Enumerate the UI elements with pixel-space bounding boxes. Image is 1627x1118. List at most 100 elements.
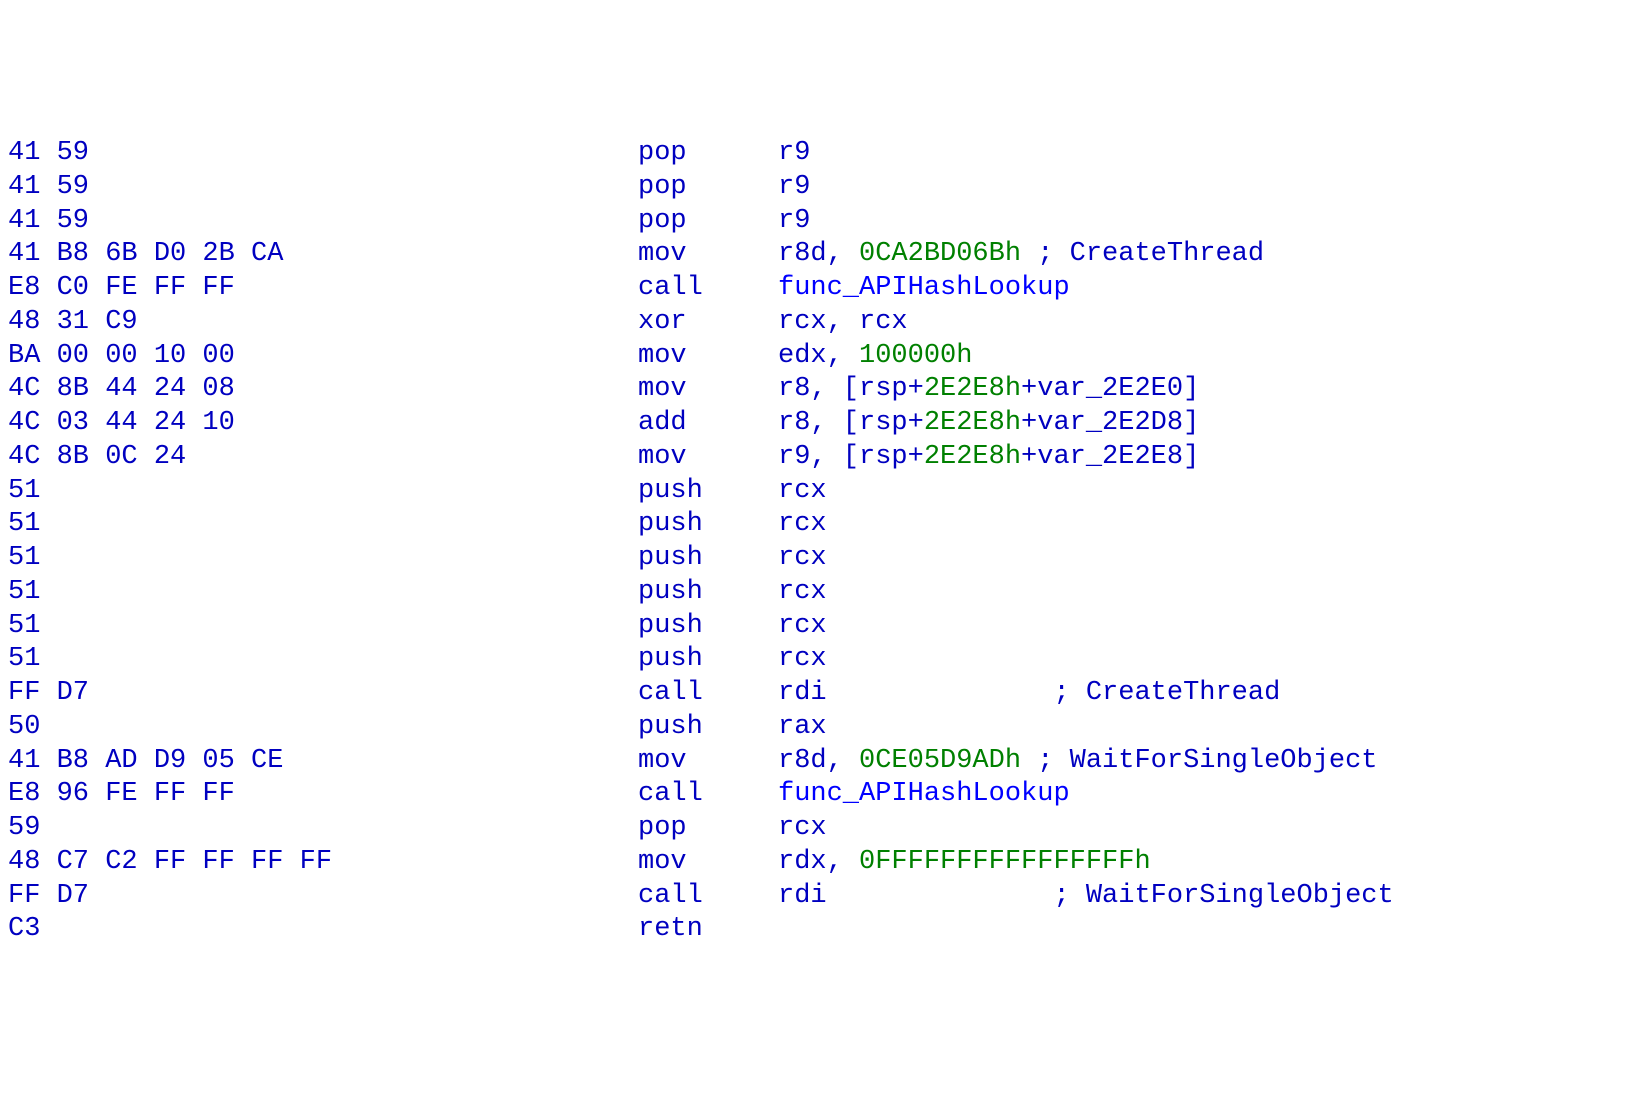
disasm-line[interactable]: E8 96 FE FF FFcallfunc_APIHashLookup bbox=[8, 778, 1619, 812]
number-literal: 2E2E8h bbox=[924, 442, 1021, 472]
operands: rcx bbox=[778, 576, 827, 610]
punct: + bbox=[1021, 374, 1037, 404]
variable-name: var_2E2E8 bbox=[1037, 442, 1183, 472]
punct: , bbox=[827, 847, 859, 877]
disasm-line[interactable]: 4C 8B 44 24 08movr8, [rsp+2E2E8h+var_2E2… bbox=[8, 373, 1619, 407]
register: rcx bbox=[778, 509, 827, 539]
register: rsp bbox=[859, 408, 908, 438]
mnemonic: mov bbox=[638, 745, 778, 779]
punct: ; bbox=[1053, 881, 1085, 911]
disasm-line[interactable]: 51pushrcx bbox=[8, 610, 1619, 644]
hex-bytes: 41 59 bbox=[8, 205, 638, 239]
hex-bytes: 4C 8B 44 24 08 bbox=[8, 373, 638, 407]
hex-bytes: E8 C0 FE FF FF bbox=[8, 272, 638, 306]
mnemonic: mov bbox=[638, 340, 778, 374]
padding bbox=[827, 678, 1054, 708]
operands: func_APIHashLookup bbox=[778, 272, 1070, 306]
hex-bytes: 41 59 bbox=[8, 137, 638, 171]
disasm-line[interactable]: 48 C7 C2 FF FF FF FFmovrdx, 0FFFFFFFFFFF… bbox=[8, 846, 1619, 880]
disasm-line[interactable]: FF D7callrdi ; WaitForSingleObject bbox=[8, 880, 1619, 914]
mnemonic: pop bbox=[638, 171, 778, 205]
register: rcx bbox=[859, 307, 908, 337]
register: rcx bbox=[778, 307, 827, 337]
mnemonic: mov bbox=[638, 238, 778, 272]
punct: + bbox=[908, 408, 924, 438]
disasm-line[interactable]: 41 59popr9 bbox=[8, 137, 1619, 171]
punct: , bbox=[827, 307, 859, 337]
number-literal: 100000h bbox=[859, 341, 972, 371]
disasm-line[interactable]: 51pushrcx bbox=[8, 576, 1619, 610]
disasm-line[interactable]: 51pushrcx bbox=[8, 475, 1619, 509]
disasm-line[interactable]: FF D7callrdi ; CreateThread bbox=[8, 677, 1619, 711]
punct: , bbox=[827, 341, 859, 371]
hex-bytes: 51 bbox=[8, 475, 638, 509]
operands: r8, [rsp+2E2E8h+var_2E2D8] bbox=[778, 407, 1199, 441]
register: rax bbox=[778, 712, 827, 742]
punct: + bbox=[908, 374, 924, 404]
operands: r9, [rsp+2E2E8h+var_2E2E8] bbox=[778, 441, 1199, 475]
operands: rcx bbox=[778, 643, 827, 677]
disasm-line[interactable]: C3retn bbox=[8, 913, 1619, 947]
disasm-line[interactable]: 50pushrax bbox=[8, 711, 1619, 745]
mnemonic: pop bbox=[638, 812, 778, 846]
mnemonic: push bbox=[638, 508, 778, 542]
register: rcx bbox=[778, 644, 827, 674]
register: rdi bbox=[778, 678, 827, 708]
register: r8 bbox=[778, 408, 810, 438]
disasm-line[interactable]: 4C 03 44 24 10addr8, [rsp+2E2E8h+var_2E2… bbox=[8, 407, 1619, 441]
hex-bytes: 59 bbox=[8, 812, 638, 846]
mnemonic: push bbox=[638, 711, 778, 745]
disasm-line[interactable]: 51pushrcx bbox=[8, 508, 1619, 542]
disasm-line[interactable]: 48 31 C9xorrcx, rcx bbox=[8, 306, 1619, 340]
register: rcx bbox=[778, 577, 827, 607]
disasm-line[interactable]: 41 B8 6B D0 2B CAmovr8d, 0CA2BD06Bh ; Cr… bbox=[8, 238, 1619, 272]
operands: r9 bbox=[778, 205, 810, 239]
punct: + bbox=[1021, 442, 1037, 472]
disasm-line[interactable]: 51pushrcx bbox=[8, 542, 1619, 576]
hex-bytes: 51 bbox=[8, 643, 638, 677]
register: r8d bbox=[778, 239, 827, 269]
punct: , [ bbox=[810, 408, 859, 438]
hex-bytes: 48 C7 C2 FF FF FF FF bbox=[8, 846, 638, 880]
register: rcx bbox=[778, 813, 827, 843]
register: r9 bbox=[778, 206, 810, 236]
mnemonic: call bbox=[638, 880, 778, 914]
register: WaitForSingleObject bbox=[1086, 881, 1394, 911]
operands: rcx bbox=[778, 610, 827, 644]
register: rcx bbox=[778, 476, 827, 506]
punct: + bbox=[908, 442, 924, 472]
operands: rcx bbox=[778, 475, 827, 509]
operands: edx, 100000h bbox=[778, 340, 972, 374]
disasm-line[interactable]: 41 B8 AD D9 05 CEmovr8d, 0CE05D9ADh ; Wa… bbox=[8, 745, 1619, 779]
mnemonic: push bbox=[638, 542, 778, 576]
register: r9 bbox=[778, 172, 810, 202]
number-literal: 2E2E8h bbox=[924, 374, 1021, 404]
mnemonic: xor bbox=[638, 306, 778, 340]
disasm-line[interactable]: 51pushrcx bbox=[8, 643, 1619, 677]
disasm-line[interactable]: E8 C0 FE FF FFcallfunc_APIHashLookup bbox=[8, 272, 1619, 306]
mnemonic: push bbox=[638, 643, 778, 677]
register: CreateThread bbox=[1070, 239, 1264, 269]
hex-bytes: 51 bbox=[8, 610, 638, 644]
disasm-line[interactable]: BA 00 00 10 00movedx, 100000h bbox=[8, 340, 1619, 374]
disasm-line[interactable]: 41 59popr9 bbox=[8, 171, 1619, 205]
register: r8d bbox=[778, 746, 827, 776]
disassembly-listing[interactable]: 41 59popr941 59popr941 59popr941 B8 6B D… bbox=[8, 137, 1619, 947]
operands: r9 bbox=[778, 137, 810, 171]
register: edx bbox=[778, 341, 827, 371]
variable-name: var_2E2E0 bbox=[1037, 374, 1183, 404]
hex-bytes: 50 bbox=[8, 711, 638, 745]
disasm-line[interactable]: 59poprcx bbox=[8, 812, 1619, 846]
mnemonic: call bbox=[638, 778, 778, 812]
mnemonic: push bbox=[638, 610, 778, 644]
punct: ] bbox=[1183, 408, 1199, 438]
operands: r8d, 0CA2BD06Bh ; CreateThread bbox=[778, 238, 1264, 272]
register: rdx bbox=[778, 847, 827, 877]
number-literal: 0FFFFFFFFFFFFFFFFh bbox=[859, 847, 1151, 877]
mnemonic: push bbox=[638, 576, 778, 610]
punct: ; bbox=[1053, 678, 1085, 708]
disasm-line[interactable]: 41 59popr9 bbox=[8, 205, 1619, 239]
register: CreateThread bbox=[1086, 678, 1280, 708]
disasm-line[interactable]: 4C 8B 0C 24movr9, [rsp+2E2E8h+var_2E2E8] bbox=[8, 441, 1619, 475]
hex-bytes: 51 bbox=[8, 576, 638, 610]
